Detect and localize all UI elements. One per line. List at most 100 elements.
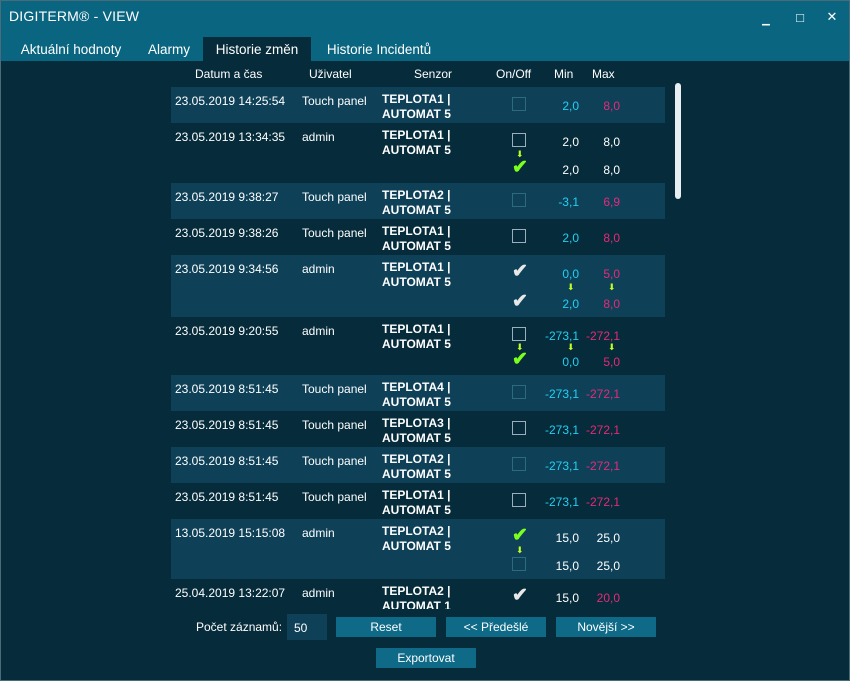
scrollbar-thumb[interactable]: [675, 83, 681, 199]
history-row[interactable]: 23.05.2019 9:38:27 Touch panel TEPLOTA2 | A…: [171, 183, 665, 219]
tab-historie-incidentu[interactable]: Historie Incidentů: [315, 37, 443, 61]
min-value: -3,1: [558, 195, 579, 209]
col-header-sensor[interactable]: Senzor: [414, 67, 452, 81]
history-list: 23.05.2019 14:25:54 Touch panel TEPLOTA1 |…: [171, 85, 665, 609]
sensor-line: TEPLOTA1 |: [382, 128, 451, 142]
row-time: 23.05.2019 8:51:45: [175, 454, 279, 468]
max-value: -272,1: [585, 459, 620, 473]
check-icon: ✔: [512, 585, 528, 606]
row-time: 23.05.2019 8:51:45: [175, 418, 279, 432]
sensor-line: TEPLOTA1 |: [382, 260, 451, 274]
history-row[interactable]: 23.05.2019 8:51:45 Touch panel TEPLOTA3 | A…: [171, 411, 665, 447]
sensor-line: AUTOMAT 5: [382, 203, 451, 217]
history-row[interactable]: 13.05.2019 15:15:08 admin TEPLOTA2 | AUTOMA…: [171, 519, 665, 579]
row-sensor: TEPLOTA2 | AUTOMAT 5: [382, 524, 472, 554]
row-user: Touch panel: [302, 190, 367, 204]
min-value: 2,0: [562, 135, 579, 149]
sensor-line: TEPLOTA1 |: [382, 488, 451, 502]
min-value: 0,0: [562, 355, 579, 369]
onoff-checkbox[interactable]: ✔: [512, 585, 528, 606]
onoff-checkbox[interactable]: [512, 97, 526, 111]
footer-bar: Počet záznamů: 50 Reset << Předešlé Nově…: [1, 613, 849, 673]
next-button[interactable]: Novější >>: [556, 617, 656, 637]
row-time: 23.05.2019 9:38:26: [175, 226, 279, 240]
history-row[interactable]: 25.04.2019 13:22:07 admin TEPLOTA2 | AUTOMA…: [171, 579, 665, 609]
onoff-checkbox[interactable]: [512, 229, 526, 243]
onoff-checkbox[interactable]: [512, 133, 526, 147]
previous-button[interactable]: << Předešlé: [446, 617, 546, 637]
row-time: 25.04.2019 13:22:07: [175, 586, 286, 600]
row-user: Touch panel: [302, 454, 367, 468]
tab-alarmy[interactable]: Alarmy: [137, 37, 201, 61]
export-button[interactable]: Exportovat: [376, 648, 476, 668]
sensor-line: AUTOMAT 5: [382, 107, 451, 121]
history-row[interactable]: 23.05.2019 8:51:45 Touch panel TEPLOTA4 | A…: [171, 375, 665, 411]
change-arrow-icon: ⬇: [516, 342, 524, 352]
row-user: Touch panel: [302, 382, 367, 396]
onoff-checkbox[interactable]: [512, 193, 526, 207]
tab-historie-zmen[interactable]: Historie změn: [203, 37, 311, 61]
row-user: Touch panel: [302, 94, 367, 108]
row-user: admin: [302, 324, 335, 338]
change-arrow-icon: ⬇: [608, 282, 616, 292]
min-value: -273,1: [544, 495, 579, 509]
col-header-onoff[interactable]: On/Off: [496, 67, 531, 81]
row-time: 13.05.2019 15:15:08: [175, 526, 286, 540]
change-arrow-icon: ⬇: [516, 149, 524, 159]
onoff-checkbox[interactable]: ✔: [512, 292, 528, 311]
onoff-checkbox[interactable]: ✔: [512, 350, 528, 369]
min-value: 0,0: [562, 267, 579, 281]
onoff-checkbox[interactable]: [512, 385, 526, 399]
min-value: -273,1: [544, 329, 579, 343]
app-window: DIGITERM® - VIEW ▁ □ ✕ Aktuální hodnoty …: [0, 0, 850, 681]
onoff-checkbox[interactable]: ✔: [512, 262, 528, 281]
col-header-user[interactable]: Uživatel: [309, 67, 352, 81]
row-sensor: TEPLOTA2 | AUTOMAT 5: [382, 452, 472, 482]
maximize-button[interactable]: □: [783, 1, 817, 33]
history-row[interactable]: 23.05.2019 8:51:45 Touch panel TEPLOTA1 | A…: [171, 483, 665, 519]
change-arrow-icon: ⬇: [567, 282, 575, 292]
min-value: -273,1: [544, 423, 579, 437]
record-count-input[interactable]: 50: [287, 614, 327, 640]
change-arrow-icon: ⬇: [567, 342, 575, 352]
history-row[interactable]: 23.05.2019 9:34:56 admin TEPLOTA1 | AUTOMAT…: [171, 255, 665, 317]
maximize-icon: □: [796, 9, 804, 25]
history-row[interactable]: 23.05.2019 14:25:54 Touch panel TEPLOTA1 |…: [171, 87, 665, 123]
row-sensor: TEPLOTA3 | AUTOMAT 5: [382, 416, 472, 446]
onoff-checkbox[interactable]: [512, 421, 526, 435]
close-button[interactable]: ✕: [815, 1, 849, 33]
max-value: 8,0: [603, 135, 620, 149]
sensor-line: AUTOMAT 5: [382, 337, 451, 351]
tab-aktualni-hodnoty[interactable]: Aktuální hodnoty: [9, 37, 133, 61]
row-sensor: TEPLOTA1 | AUTOMAT 5: [382, 92, 472, 122]
onoff-checkbox[interactable]: ✔: [512, 158, 528, 177]
col-header-min[interactable]: Min: [554, 67, 573, 81]
change-arrow-icon: ⬇: [516, 545, 524, 555]
min-value: -273,1: [544, 459, 579, 473]
onoff-checkbox[interactable]: [512, 493, 526, 507]
reset-button[interactable]: Reset: [336, 617, 436, 637]
onoff-checkbox[interactable]: ✔: [512, 526, 528, 545]
row-sensor: TEPLOTA1 | AUTOMAT 5: [382, 488, 472, 518]
row-sensor: TEPLOTA1 | AUTOMAT 5: [382, 128, 472, 158]
sensor-line: AUTOMAT 5: [382, 239, 451, 253]
onoff-checkbox[interactable]: [512, 457, 526, 471]
title-bar: DIGITERM® - VIEW ▁ □ ✕: [1, 1, 849, 33]
minimize-button[interactable]: ▁: [749, 1, 783, 33]
history-row[interactable]: 23.05.2019 8:51:45 Touch panel TEPLOTA2 | A…: [171, 447, 665, 483]
onoff-checkbox[interactable]: [512, 327, 526, 341]
history-row[interactable]: 23.05.2019 9:38:26 Touch panel TEPLOTA1 | A…: [171, 219, 665, 255]
close-icon: ✕: [826, 9, 838, 24]
max-value: 8,0: [603, 163, 620, 177]
history-row[interactable]: 23.05.2019 9:20:55 admin TEPLOTA1 | AUTOMAT…: [171, 317, 665, 375]
sensor-line: TEPLOTA1 |: [382, 224, 451, 238]
onoff-checkbox[interactable]: [512, 557, 526, 571]
col-header-time[interactable]: Datum a čas: [195, 67, 262, 81]
col-header-max[interactable]: Max: [592, 67, 615, 81]
tab-bar: Aktuální hodnoty Alarmy Historie změn Hi…: [1, 33, 849, 61]
sensor-line: AUTOMAT 5: [382, 467, 451, 481]
max-value: -272,1: [585, 329, 620, 343]
history-row[interactable]: 23.05.2019 13:34:35 admin TEPLOTA1 | AUTOMA…: [171, 123, 665, 183]
sensor-line: TEPLOTA2 |: [382, 188, 451, 202]
record-count-label: Počet záznamů:: [196, 620, 283, 634]
